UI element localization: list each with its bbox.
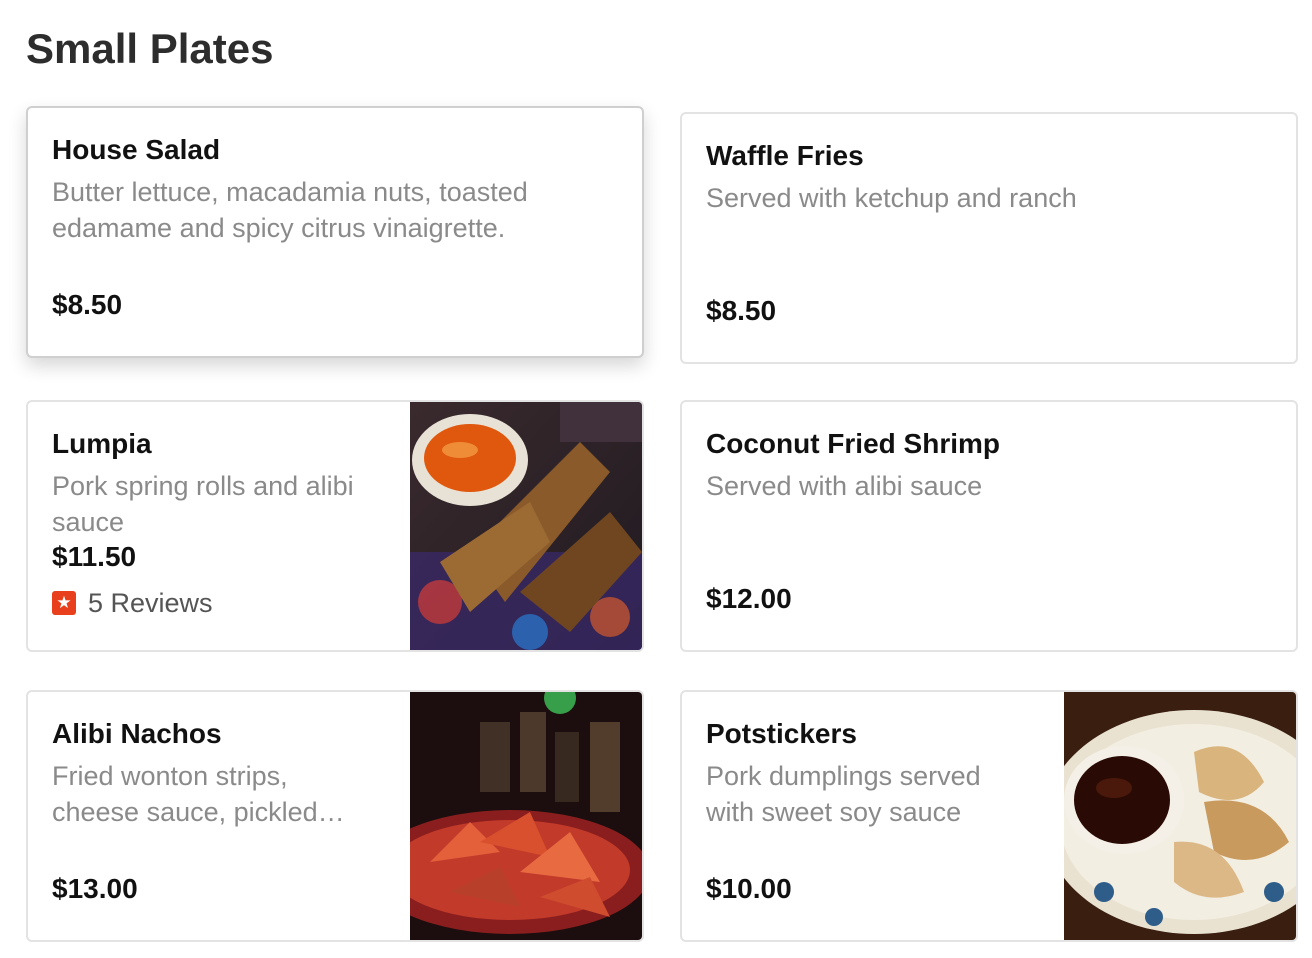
item-description: Butter lettuce, macadamia nuts, toasted … <box>52 177 528 243</box>
star-icon: ★ <box>52 591 76 615</box>
item-price: $12.00 <box>706 583 792 614</box>
item-description: Pork spring rolls and alibi sauce <box>52 471 354 537</box>
item-price: $10.00 <box>706 873 792 904</box>
item-price: $8.50 <box>706 295 777 326</box>
item-price: $8.50 <box>52 289 123 320</box>
item-name: Lumpia <box>52 428 152 459</box>
item-price: $13.00 <box>52 873 138 904</box>
item-name: Coconut Fried Shrimp <box>706 428 1000 459</box>
item-description: Served with alibi sauce <box>706 471 983 501</box>
item-price: $11.50 <box>52 541 137 572</box>
item-name: Waffle Fries <box>706 140 864 171</box>
item-description: Served with ketchup and ranch <box>706 183 1077 213</box>
item-name: Alibi Nachos <box>52 718 222 749</box>
menu-item-alibi-nachos[interactable]: Alibi Nachos Fried wonton strips, cheese… <box>26 690 644 942</box>
reviews-link[interactable]: ★ 5 Reviews <box>52 586 386 620</box>
reviews-count: 5 Reviews <box>88 588 213 618</box>
menu-item-potstickers[interactable]: Potstickers Pork dumplings served with s… <box>680 690 1298 942</box>
item-description: Pork dumplings served with sweet soy sau… <box>706 761 981 827</box>
menu-item-house-salad[interactable]: House Salad Butter lettuce, macadamia nu… <box>26 106 644 358</box>
menu-item-coconut-fried-shrimp[interactable]: Coconut Fried Shrimp Served with alibi s… <box>680 400 1298 652</box>
menu-item-lumpia[interactable]: Lumpia Pork spring rolls and alibi sauce… <box>26 400 644 652</box>
potstickers-photo <box>1064 692 1296 940</box>
item-description: Fried wonton strips, cheese sauce, pickl… <box>52 761 345 827</box>
item-name: Potstickers <box>706 718 857 749</box>
lumpia-photo <box>410 402 642 650</box>
menu-item-waffle-fries[interactable]: Waffle Fries Served with ketchup and ran… <box>680 112 1298 364</box>
section-title: Small Plates <box>26 25 274 72</box>
nachos-photo <box>410 692 642 940</box>
item-name: House Salad <box>52 134 221 165</box>
